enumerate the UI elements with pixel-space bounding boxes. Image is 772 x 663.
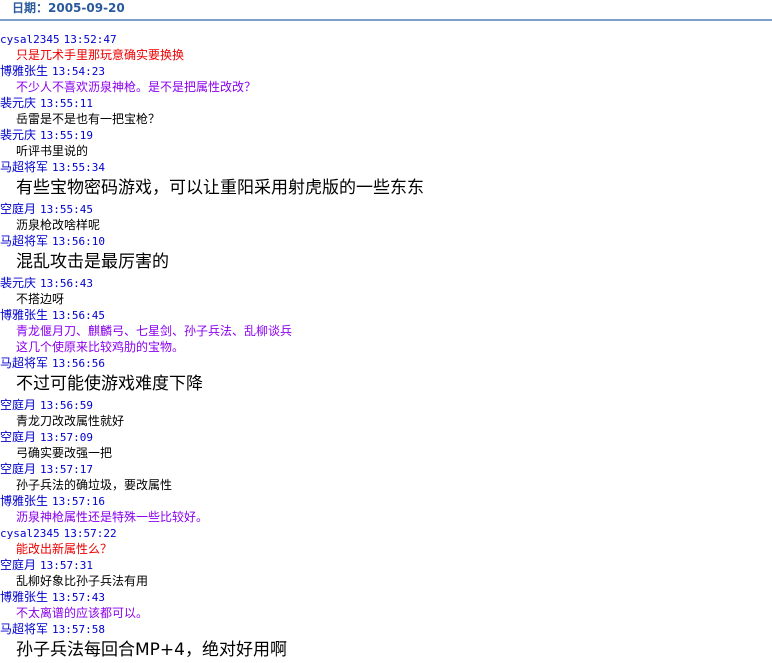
message-user: 裴元庆 [0,276,37,290]
message-user: 博雅张生 [0,590,49,604]
message-time: 13:57:17 [40,463,93,476]
chat-message: 裴元庆 13:56:43 不搭边呀 [0,275,772,307]
message-time: 13:55:34 [52,161,105,174]
message-user: cysal2345 [0,33,60,46]
chat-message: 空庭月 13:57:17 孙子兵法的确垃圾，要改属性 [0,461,772,493]
message-time: 13:56:59 [40,399,93,412]
message-text: 乱柳好象比孙子兵法有用 [16,574,149,588]
message-user: 博雅张生 [0,494,49,508]
message-time: 13:57:22 [63,527,117,540]
message-user: 空庭月 [0,430,37,444]
message-time: 13:55:19 [40,129,93,142]
chat-message: 空庭月 13:56:59 青龙刀改改属性就好 [0,397,772,429]
message-user: 马超将军 [0,356,49,370]
message-user: 裴元庆 [0,96,37,110]
chat-message: 空庭月 13:57:09 弓确实要改强一把 [0,429,772,461]
message-text: 沥泉枪改啥样呢 [16,218,101,232]
message-text: 不过可能使游戏难度下降 [16,374,203,394]
message-time: 13:57:31 [40,559,93,572]
chat-message: 博雅张生 13:57:43 不太离谱的应该都可以。 [0,589,772,621]
message-time: 13:57:16 [52,495,105,508]
message-time: 13:57:09 [40,431,93,444]
chat-message: 空庭月 13:55:45 沥泉枪改啥样呢 [0,201,772,233]
message-text: 岳雷是不是也有一把宝枪？ [16,112,161,126]
message-header: 空庭月 13:57:09 [0,429,772,445]
message-time: 13:55:11 [40,97,93,110]
message-text: 弓确实要改强一把 [16,446,113,460]
message-time: 13:57:43 [52,591,105,604]
message-user: 马超将军 [0,160,49,174]
message-text: 不太离谱的应该都可以。 [16,606,149,620]
message-user: 空庭月 [0,398,37,412]
message-header: 马超将军 13:57:58 [0,621,772,637]
message-time: 13:54:23 [52,65,105,78]
chat-message: 博雅张生 13:54:23 不少人不喜欢沥泉神枪。是不是把属性改改？ [0,63,772,95]
message-user: 空庭月 [0,558,37,572]
message-header: 博雅张生 13:57:16 [0,493,772,509]
chat-message: 马超将军 13:57:58 孙子兵法每回合MP+4，绝对好用啊 [0,621,772,663]
message-header: 空庭月 13:55:45 [0,201,772,217]
chat-message: 马超将军 13:56:10 混乱攻击是最厉害的 [0,233,772,275]
message-user: cysal2345 [0,527,60,540]
message-text: 青龙偃月刀、麒麟弓、七星剑、孙子兵法、乱柳谈兵 [16,324,293,338]
message-header: 博雅张生 13:57:43 [0,589,772,605]
message-header: 裴元庆 13:56:43 [0,275,772,291]
message-text: 沥泉神枪属性还是特殊一些比较好。 [16,510,209,524]
chat-message: 裴元庆 13:55:19 听评书里说的 [0,127,772,159]
message-user: 博雅张生 [0,64,49,78]
chat-message: 博雅张生 13:56:45 青龙偃月刀、麒麟弓、七星剑、孙子兵法、乱柳谈兵 这几个使原… [0,307,772,355]
message-header: 裴元庆 13:55:11 [0,95,772,111]
message-text: 混乱攻击是最厉害的 [16,252,169,272]
message-text: 孙子兵法的确垃圾，要改属性 [16,478,173,492]
message-header: 马超将军 13:55:34 [0,159,772,175]
message-text: 孙子兵法每回合MP+4，绝对好用啊 [16,640,287,660]
date-header: 日期：2005-09-20 [0,0,772,21]
chat-message: 裴元庆 13:55:11 岳雷是不是也有一把宝枪？ [0,95,772,127]
chat-message: 马超将军 13:55:34 有些宝物密码游戏，可以让重阳采用射虎版的一些东东 [0,159,772,201]
message-header: 博雅张生 13:56:45 [0,307,772,323]
message-header: cysal2345 13:57:22 [0,525,772,541]
message-user: 马超将军 [0,622,49,636]
message-text: 听评书里说的 [16,144,89,158]
chat-message: 马超将军 13:56:56 不过可能使游戏难度下降 [0,355,772,397]
message-time: 13:57:58 [52,623,105,636]
message-header: 马超将军 13:56:10 [0,233,772,249]
message-text: 不搭边呀 [16,292,65,306]
chat-message: cysal2345 13:57:22 能改出新属性么？ [0,525,772,557]
chat-message: cysal2345 13:52:47 只是兀术手里那玩意确实要换换 [0,31,772,63]
message-header: cysal2345 13:52:47 [0,31,772,47]
message-header: 空庭月 13:57:31 [0,557,772,573]
message-time: 13:55:45 [40,203,93,216]
chat-message: 博雅张生 13:57:16 沥泉神枪属性还是特殊一些比较好。 [0,493,772,525]
message-user: 博雅张生 [0,308,49,322]
message-text: 不少人不喜欢沥泉神枪。是不是把属性改改？ [16,80,257,94]
message-text: 只是兀术手里那玩意确实要换换 [16,48,185,62]
message-text: 能改出新属性么？ [16,542,113,556]
message-time: 13:56:10 [52,235,105,248]
message-time: 13:56:45 [52,309,105,322]
message-header: 博雅张生 13:54:23 [0,63,772,79]
message-header: 裴元庆 13:55:19 [0,127,772,143]
message-text: 这几个使原来比较鸡肋的宝物。 [16,340,185,354]
message-header: 空庭月 13:56:59 [0,397,772,413]
message-user: 裴元庆 [0,128,37,142]
message-user: 空庭月 [0,462,37,476]
message-header: 空庭月 13:57:17 [0,461,772,477]
message-header: 马超将军 13:56:56 [0,355,772,371]
message-user: 马超将军 [0,234,49,248]
date-label: 日期：2005-09-20 [12,1,125,15]
message-time: 13:56:56 [52,357,105,370]
message-text: 青龙刀改改属性就好 [16,414,125,428]
message-user: 空庭月 [0,202,37,216]
message-text: 有些宝物密码游戏，可以让重阳采用射虎版的一些东东 [16,178,424,198]
message-time: 13:52:47 [63,33,117,46]
message-time: 13:56:43 [40,277,93,290]
chat-log: cysal2345 13:52:47 只是兀术手里那玩意确实要换换 博雅张生 13:54… [0,21,772,663]
chat-message: 空庭月 13:57:31 乱柳好象比孙子兵法有用 [0,557,772,589]
